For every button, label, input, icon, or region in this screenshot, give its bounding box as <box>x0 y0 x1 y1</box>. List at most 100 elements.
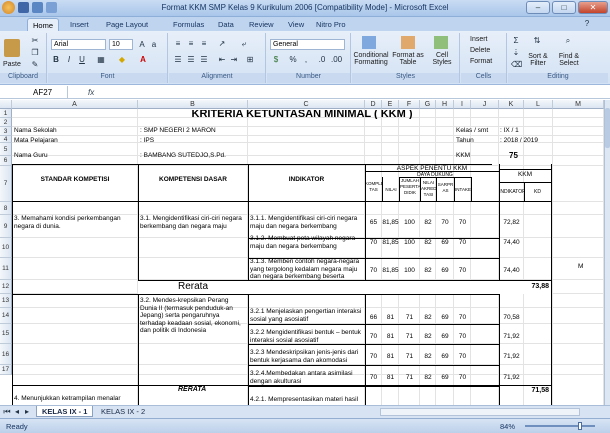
info-value[interactable]: : SMP NEGERI 2 MARON <box>140 127 260 135</box>
sort-filter-button[interactable]: Sort & Filter <box>526 53 550 67</box>
header-kompetensi[interactable]: KOMPETENSI DASAR <box>138 176 248 186</box>
column-header[interactable]: J <box>471 100 499 109</box>
indicator-value[interactable]: 70 <box>454 374 471 382</box>
indicator-value[interactable]: 70 <box>436 219 454 227</box>
row-header[interactable]: 3 <box>0 127 12 136</box>
row-header[interactable]: 7 <box>0 166 12 202</box>
next-sheet-icon[interactable]: ▸ <box>22 407 32 416</box>
percent-icon[interactable]: % <box>288 55 298 64</box>
zoom-level[interactable]: 84% <box>500 422 515 431</box>
worksheet-grid[interactable]: A B C D E F G H I J K L M 1 2 3 4 5 6 7 8 9 10 11 12 13 14 15 16 17 KR… <box>0 100 604 405</box>
tab-formulas[interactable]: Formulas <box>168 18 209 31</box>
tab-home[interactable]: Home <box>27 18 60 31</box>
fx-icon[interactable]: fx <box>88 86 94 99</box>
indicator-value[interactable]: 71,92 <box>499 333 524 341</box>
column-header[interactable]: D <box>365 100 382 109</box>
indicator-value[interactable]: 82 <box>420 374 436 382</box>
indicator-value[interactable]: 70 <box>454 267 471 275</box>
indicator-value[interactable]: 82 <box>420 219 436 227</box>
clear-icon[interactable]: ⌫ <box>511 60 522 69</box>
indicator-value[interactable]: 65 <box>365 219 382 227</box>
header-kkm[interactable]: KKM <box>499 171 551 179</box>
tab-insert[interactable]: Insert <box>65 18 94 31</box>
align-right-icon[interactable]: ☰ <box>199 55 209 64</box>
row-header[interactable]: 15 <box>0 324 12 344</box>
fill-icon[interactable]: ⇣ <box>511 48 521 57</box>
conditional-formatting-icon[interactable] <box>362 36 376 49</box>
format-painter-icon[interactable]: ✎ <box>30 60 40 69</box>
formula-input[interactable] <box>100 86 600 99</box>
indicator-value[interactable]: 81 <box>382 333 399 341</box>
format-button[interactable]: Format <box>470 58 492 65</box>
indicator-row[interactable]: 3.2.2 Mengidentifikasi bentuk – bentuk i… <box>250 329 363 345</box>
row-header[interactable]: 4 <box>0 136 12 143</box>
paste-button[interactable]: Paste <box>3 61 21 68</box>
stray-cell-m[interactable]: M <box>578 263 588 271</box>
header-standar[interactable]: STANDAR KOMPETISI <box>12 176 138 186</box>
row-header[interactable]: 12 <box>0 280 12 294</box>
first-sheet-icon[interactable]: ⏮ <box>2 407 12 416</box>
indicator-value[interactable]: 69 <box>436 314 454 322</box>
shrink-font-icon[interactable]: a <box>149 40 159 49</box>
tab-review[interactable]: Review <box>244 18 279 31</box>
tab-view[interactable]: View <box>283 18 309 31</box>
info-right-label[interactable]: Kelas / smt <box>456 127 500 135</box>
column-header[interactable]: I <box>454 100 471 109</box>
format-table-icon[interactable] <box>401 36 415 49</box>
header-intake[interactable]: INTAKE <box>455 186 471 194</box>
rerata-label-2[interactable]: RERATA <box>178 386 238 395</box>
indicator-value[interactable]: 70 <box>365 374 382 382</box>
indicator-value[interactable]: 72,82 <box>499 219 524 227</box>
increase-decimal-icon[interactable]: .0 <box>317 55 327 64</box>
row-header[interactable]: 5 <box>0 143 12 156</box>
indicator-value[interactable]: 69 <box>436 374 454 382</box>
maximize-button[interactable]: □ <box>552 1 576 14</box>
horizontal-scrollbar[interactable] <box>380 408 580 416</box>
row-header[interactable]: 13 <box>0 294 12 308</box>
indicator-value[interactable]: 70 <box>365 353 382 361</box>
indicator-value[interactable]: 81 <box>382 314 399 322</box>
bold-icon[interactable]: B <box>51 55 61 64</box>
column-header[interactable]: K <box>499 100 524 109</box>
header-indikator-k[interactable]: INDIKATOR <box>499 189 524 197</box>
indicator-value[interactable]: 81,85 <box>382 219 399 227</box>
indicator-value[interactable]: 69 <box>436 333 454 341</box>
indicator-value[interactable]: 70 <box>454 239 471 247</box>
row-header[interactable]: 17 <box>0 365 12 375</box>
indicator-value[interactable]: 71,92 <box>499 374 524 382</box>
info-label[interactable]: Nama Guru <box>14 152 134 160</box>
row-header[interactable]: 9 <box>0 215 12 238</box>
find-select-icon[interactable]: ⌕ <box>563 36 573 45</box>
indicator-value[interactable]: 71 <box>399 314 420 322</box>
column-header[interactable]: H <box>436 100 454 109</box>
kompetensi-dasar-3-2[interactable]: 3.2. Mendes-krepsikan Perang Dunia II (t… <box>140 297 246 337</box>
font-size-select[interactable]: 10 <box>109 39 133 50</box>
info-value[interactable]: : IPS <box>140 137 260 145</box>
indicator-value[interactable]: 71 <box>399 353 420 361</box>
row-header[interactable]: 1 <box>0 109 12 118</box>
grow-font-icon[interactable]: A <box>137 40 147 49</box>
comma-icon[interactable]: , <box>301 55 311 64</box>
indicator-value[interactable]: 69 <box>436 239 454 247</box>
indicator-value[interactable]: 82 <box>420 239 436 247</box>
align-bottom-icon[interactable]: ≡ <box>199 39 209 48</box>
borders-icon[interactable]: ▦ <box>96 55 106 64</box>
name-box[interactable]: AF27 <box>0 86 68 99</box>
font-color-icon[interactable]: A <box>138 55 148 64</box>
tab-page-layout[interactable]: Page Layout <box>101 18 153 31</box>
italic-icon[interactable]: I <box>64 55 74 64</box>
indicator-value[interactable]: 70 <box>454 314 471 322</box>
zoom-slider-thumb[interactable] <box>578 422 582 430</box>
indicator-value[interactable]: 71 <box>399 333 420 341</box>
indicator-row[interactable]: 3.1.1. Mengidentifikasi ciri-ciri negara… <box>250 215 363 231</box>
currency-icon[interactable]: $ <box>271 55 281 64</box>
merge-center-icon[interactable]: ⊞ <box>245 55 255 64</box>
format-as-table-button[interactable]: Format as Table <box>392 52 424 66</box>
scroll-thumb[interactable] <box>605 108 610 148</box>
tab-data[interactable]: Data <box>213 18 239 31</box>
minimize-button[interactable]: – <box>526 1 550 14</box>
info-label[interactable]: Mata Pelajaran <box>14 137 134 145</box>
standar-kompetensi-1[interactable]: 3. Memahami kondisi perkembangan negara … <box>14 215 136 231</box>
row-header[interactable]: 14 <box>0 308 12 324</box>
sheet-tab-kelas-ix-1[interactable]: KELAS IX - 1 <box>36 406 94 417</box>
